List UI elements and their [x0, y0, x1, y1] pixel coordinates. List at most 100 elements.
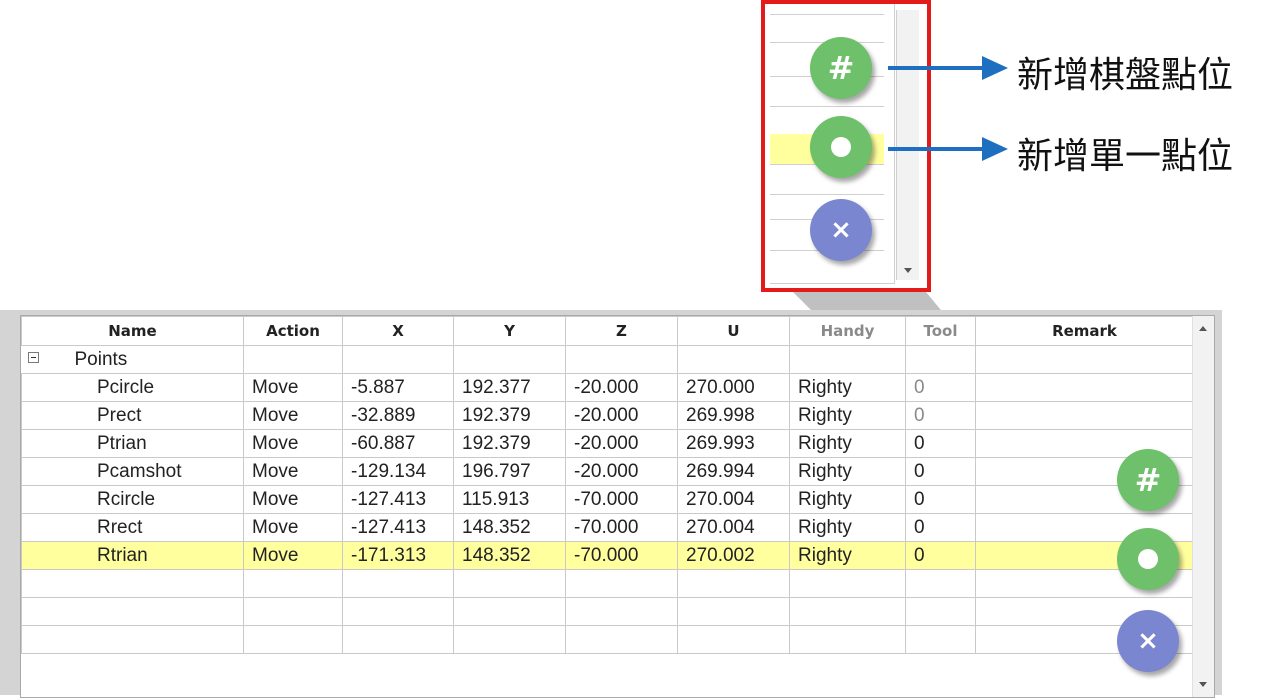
cell-tool[interactable]: 0: [905, 513, 976, 542]
column-header-x[interactable]: X: [342, 316, 454, 346]
cell-z[interactable]: -70.000: [565, 485, 678, 514]
column-header-action[interactable]: Action: [243, 316, 343, 346]
cell-x[interactable]: -129.134: [342, 457, 454, 486]
cell-remark[interactable]: [975, 373, 1194, 402]
cell-handy[interactable]: Righty: [789, 485, 906, 514]
table-row[interactable]: Rcircle Move -127.413 115.913 -70.000 270.004…: [21, 485, 1194, 514]
cell-u[interactable]: 269.993: [677, 429, 790, 458]
cell-action[interactable]: Move: [243, 485, 343, 514]
cell-action[interactable]: Move: [243, 429, 343, 458]
vertical-scrollbar[interactable]: [1192, 316, 1214, 697]
cell-action[interactable]: Move: [243, 457, 343, 486]
cell-name[interactable]: Rcircle: [21, 485, 244, 514]
empty-cell[interactable]: [342, 625, 454, 654]
cell-x[interactable]: -32.889: [342, 401, 454, 430]
delete-point-button[interactable]: ×: [1117, 610, 1179, 672]
empty-cell[interactable]: [677, 625, 790, 654]
empty-row[interactable]: [21, 569, 1194, 598]
column-header-name[interactable]: Name: [21, 316, 244, 346]
cell-action[interactable]: Move: [243, 401, 343, 430]
cell-tool[interactable]: 0: [905, 457, 976, 486]
cell-z[interactable]: -20.000: [565, 373, 678, 402]
cell-name[interactable]: Ptrian: [21, 429, 244, 458]
cell-name[interactable]: Prect: [21, 401, 244, 430]
empty-cell[interactable]: [905, 597, 976, 626]
cell-tool[interactable]: 0: [905, 541, 976, 570]
cell-handy[interactable]: Righty: [789, 401, 906, 430]
cell-u[interactable]: 270.004: [677, 513, 790, 542]
cell-action[interactable]: Move: [243, 541, 343, 570]
cell-handy[interactable]: Righty: [789, 541, 906, 570]
column-header-z[interactable]: Z: [565, 316, 678, 346]
empty-cell[interactable]: [453, 625, 566, 654]
cell-u[interactable]: 270.000: [677, 373, 790, 402]
cell-action[interactable]: Move: [243, 513, 343, 542]
table-row[interactable]: Rtrian Move -171.313 148.352 -70.000 270.002 R…: [21, 541, 1194, 570]
cell-name[interactable]: Rrect: [21, 513, 244, 542]
empty-cell[interactable]: [565, 625, 678, 654]
empty-cell[interactable]: [21, 597, 244, 626]
cell-u[interactable]: 269.994: [677, 457, 790, 486]
cell-name[interactable]: Pcircle: [21, 373, 244, 402]
empty-cell[interactable]: [21, 569, 244, 598]
empty-cell[interactable]: [243, 569, 343, 598]
cell-x[interactable]: -60.887: [342, 429, 454, 458]
empty-cell[interactable]: [905, 625, 976, 654]
empty-cell[interactable]: [565, 597, 678, 626]
empty-cell[interactable]: [565, 569, 678, 598]
table-row[interactable]: Pcircle Move -5.887 192.377 -20.000 270.000 Ri…: [21, 373, 1194, 402]
cell-z[interactable]: -20.000: [565, 401, 678, 430]
cell-y[interactable]: 148.352: [453, 513, 566, 542]
cell-x[interactable]: -127.413: [342, 513, 454, 542]
empty-cell[interactable]: [21, 625, 244, 654]
empty-cell[interactable]: [789, 597, 906, 626]
cell-y[interactable]: 192.379: [453, 401, 566, 430]
scroll-up-icon[interactable]: [1199, 326, 1207, 331]
empty-cell[interactable]: [342, 597, 454, 626]
table-row[interactable]: Ptrian Move -60.887 192.379 -20.000 269.993 Ri…: [21, 429, 1194, 458]
cell-u[interactable]: 269.998: [677, 401, 790, 430]
empty-cell[interactable]: [789, 625, 906, 654]
empty-cell[interactable]: [789, 569, 906, 598]
cell-u[interactable]: 270.004: [677, 485, 790, 514]
group-row-points[interactable]: Points: [21, 345, 1194, 374]
cell-z[interactable]: -20.000: [565, 429, 678, 458]
empty-cell[interactable]: [677, 597, 790, 626]
cell-u[interactable]: 270.002: [677, 541, 790, 570]
empty-cell[interactable]: [677, 569, 790, 598]
cell-tool[interactable]: 0: [905, 401, 976, 430]
column-header-remark[interactable]: Remark: [975, 316, 1194, 346]
scroll-down-icon[interactable]: [1199, 682, 1207, 687]
cell-y[interactable]: 196.797: [453, 457, 566, 486]
cell-handy[interactable]: Righty: [789, 429, 906, 458]
cell-handy[interactable]: Righty: [789, 373, 906, 402]
cell-tool[interactable]: 0: [905, 485, 976, 514]
cell-name[interactable]: Rtrian: [21, 541, 244, 570]
cell-x[interactable]: -5.887: [342, 373, 454, 402]
cell-y[interactable]: 115.913: [453, 485, 566, 514]
cell-handy[interactable]: Righty: [789, 513, 906, 542]
cell-action[interactable]: Move: [243, 373, 343, 402]
empty-row[interactable]: [21, 625, 1194, 654]
column-header-tool[interactable]: Tool: [905, 316, 976, 346]
cell-z[interactable]: -20.000: [565, 457, 678, 486]
collapse-toggle-icon[interactable]: [27, 351, 39, 363]
cell-z[interactable]: -70.000: [565, 513, 678, 542]
table-row[interactable]: Rrect Move -127.413 148.352 -70.000 270.004 Ri…: [21, 513, 1194, 542]
cell-y[interactable]: 192.379: [453, 429, 566, 458]
column-header-handy[interactable]: Handy: [789, 316, 906, 346]
empty-cell[interactable]: [453, 569, 566, 598]
cell-x[interactable]: -127.413: [342, 485, 454, 514]
add-single-point-button[interactable]: [1117, 528, 1179, 590]
cell-name[interactable]: Pcamshot: [21, 457, 244, 486]
empty-cell[interactable]: [243, 597, 343, 626]
cell-x[interactable]: -171.313: [342, 541, 454, 570]
empty-cell[interactable]: [905, 569, 976, 598]
empty-cell[interactable]: [453, 597, 566, 626]
cell-tool[interactable]: 0: [905, 373, 976, 402]
table-row[interactable]: Pcamshot Move -129.134 196.797 -20.000 269.99…: [21, 457, 1194, 486]
cell-y[interactable]: 148.352: [453, 541, 566, 570]
cell-z[interactable]: -70.000: [565, 541, 678, 570]
empty-cell[interactable]: [342, 569, 454, 598]
cell-tool[interactable]: 0: [905, 429, 976, 458]
